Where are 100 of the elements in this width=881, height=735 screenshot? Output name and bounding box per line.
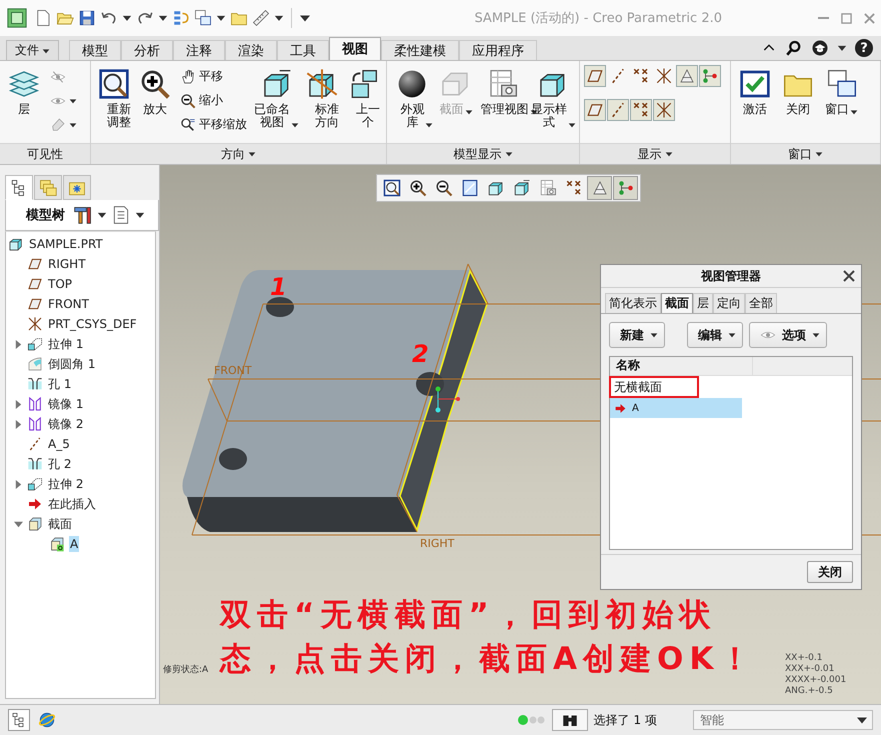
ribbon-button[interactable]: 放大 [136,65,174,119]
dialog-title: 视图管理器 [701,268,761,284]
ruler-icon [252,9,270,27]
window-check-icon [739,68,771,100]
ribbon-button[interactable]: 缩小 [177,89,250,112]
caret-icon [274,13,284,23]
expander-icon[interactable] [14,520,23,528]
ribbon-button[interactable]: 激活 [735,65,775,119]
group-label[interactable]: 显示 [580,143,730,164]
tree-item[interactable]: PRT_CSYS_DEF [47,316,138,332]
find-button[interactable] [552,709,588,731]
ribbon-tab[interactable]: 工具 [277,40,329,60]
list-item[interactable]: 无横截面 [610,377,698,397]
ribbon-button[interactable]: 标准方向 [303,65,341,132]
toggle-button[interactable] [653,99,675,121]
tree-item[interactable]: 倒圆角 1 [47,354,96,374]
ribbon-button[interactable]: 管理视图 [476,65,529,119]
ribbon-button[interactable]: 窗口 [821,65,862,119]
caret-icon [504,150,512,158]
tree-item[interactable]: 拉伸 2 [47,474,84,494]
toggle-button[interactable] [584,65,606,87]
expander-icon[interactable] [14,420,23,428]
tree-item[interactable]: 在此插入 [47,494,97,514]
help-button[interactable]: ? [855,39,873,57]
coordinate-icon [655,67,673,85]
dropdown-button[interactable]: 选项 [749,322,827,348]
folders-icon [39,178,57,196]
plane-icon [27,296,43,312]
toggle-button[interactable] [607,99,629,121]
ribbon-button[interactable]: 已命名视图 [253,65,300,132]
tree-item[interactable]: 镜像 1 [47,394,84,414]
group-label[interactable]: 窗口 [731,143,880,164]
tree-item[interactable]: 截面 [47,514,73,534]
caret-icon [216,13,226,23]
group-label[interactable]: 方向 [91,143,386,164]
caret-icon [530,108,538,116]
ribbon-button[interactable]: 关闭 [778,65,818,119]
node-link-icon [616,179,634,197]
ribbon-tab[interactable]: 应用程序 [459,40,537,60]
zoom-out-icon [434,179,452,197]
toggle-button[interactable] [584,99,606,121]
tree-item[interactable]: A_5 [47,436,71,452]
dialog-tab[interactable]: 截面 [661,293,693,313]
ribbon-button[interactable]: 层 [4,65,44,119]
tree-item[interactable]: RIGHT [47,256,87,272]
tree-item[interactable]: A [69,536,80,552]
caret-icon [291,121,299,129]
point-icon [564,179,582,197]
filter-dropdown[interactable]: 智能 [693,710,873,730]
mirror-icon [27,396,43,412]
tree-item[interactable]: 孔 1 [47,374,72,394]
section-icon [49,536,65,552]
ribbon-button[interactable]: 平移 [177,65,250,88]
tree-item[interactable]: TOP [47,276,74,292]
dialog-tab[interactable]: 全部 [745,293,777,313]
dropdown-button[interactable]: 编辑 [687,322,743,348]
tree-item[interactable]: 镜像 2 [47,414,84,434]
caret-icon [425,121,434,129]
plane-icon [27,256,43,272]
panel-tab[interactable] [5,175,33,200]
expander-icon[interactable] [14,340,23,348]
ribbon-tab[interactable]: 注释 [173,40,225,60]
ribbon-tab[interactable]: 模型 [69,40,121,60]
tree-toggle-button[interactable] [8,709,30,731]
tree-item[interactable]: FRONT [47,296,90,312]
expander-icon[interactable] [14,480,23,488]
tree-item[interactable]: 孔 2 [47,454,72,474]
hole-icon [27,376,43,392]
ribbon-tab[interactable]: 渲染 [225,40,277,60]
dialog-tab[interactable]: 层 [693,293,713,313]
ribbon-button[interactable]: 上一个 [344,65,382,132]
toggle-button[interactable] [630,99,652,121]
toggle-button[interactable] [676,65,698,87]
app-icon [6,7,28,29]
ribbon-button[interactable]: 重新调整 [95,65,133,132]
close-button[interactable]: 关闭 [807,561,853,583]
ribbon-tab[interactable]: 视图 [329,37,381,60]
sheet-camera-icon [538,179,556,197]
caret-icon [815,150,823,158]
tree-item[interactable]: SAMPLE.PRT [28,236,104,252]
node-link-icon [701,67,719,85]
ribbon-button[interactable]: 显示样式 [532,65,575,132]
zoom-pan-icon [180,116,196,132]
close-icon [843,270,855,282]
dropdown-button[interactable]: 新建 [609,322,665,348]
ribbon-tab[interactable]: 柔性建模 [381,40,459,60]
caret-icon [97,210,107,220]
tree-item[interactable]: 拉伸 1 [47,334,84,354]
toggle-button[interactable] [699,65,721,87]
ribbon-button[interactable]: 平移缩放 [177,113,250,136]
ribbon-tab[interactable]: 分析 [121,40,173,60]
dialog-tab[interactable]: 简化表示 [605,293,661,313]
group-label[interactable]: 模型显示 [387,143,579,164]
caret-icon [69,96,77,104]
file-menu[interactable]: 文件 [6,40,59,60]
expander-icon[interactable] [14,400,23,408]
dialog-tab[interactable]: 定向 [713,293,745,313]
regenerate-icon [172,9,190,27]
list-item[interactable]: A [610,398,742,418]
ribbon-button[interactable]: 外观库 [391,65,433,132]
